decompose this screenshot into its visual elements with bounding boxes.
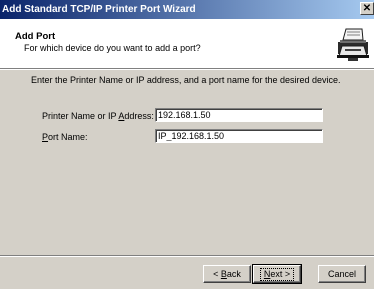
printer-address-input[interactable] xyxy=(155,108,323,122)
back-button-prefix: < xyxy=(213,269,221,279)
close-icon: ✕ xyxy=(362,3,372,14)
footer-separator-highlight xyxy=(0,256,374,257)
port-name-input[interactable] xyxy=(155,129,323,143)
window-title: Add Standard TCP/IP Printer Port Wizard xyxy=(2,4,196,15)
instruction-text: Enter the Printer Name or IP address, an… xyxy=(31,75,341,85)
next-button-focus: Next > xyxy=(259,268,295,281)
port-name-label: Port Name: xyxy=(42,132,88,142)
page-title: Add Port xyxy=(15,31,56,42)
header-separator xyxy=(0,69,374,70)
back-button-label: ack xyxy=(226,269,241,279)
address-label-text-end: ddress: xyxy=(124,111,154,121)
page-subtitle: For which device do you want to add a po… xyxy=(24,43,201,53)
back-button[interactable]: < Back xyxy=(203,265,251,283)
next-button-label: ext > xyxy=(270,269,291,279)
address-label-text: Printer Name or IP xyxy=(42,111,119,121)
next-button[interactable]: Next > xyxy=(252,264,302,284)
port-label-text-end: ort Name: xyxy=(48,132,88,142)
title-bar[interactable]: Add Standard TCP/IP Printer Port Wizard … xyxy=(0,0,374,19)
close-button[interactable]: ✕ xyxy=(360,2,374,15)
wizard-header: Add Port For which device do you want to… xyxy=(0,19,374,69)
printer-network-icon xyxy=(336,26,370,62)
cancel-button[interactable]: Cancel xyxy=(318,265,366,283)
address-label: Printer Name or IP Address: xyxy=(42,111,154,121)
